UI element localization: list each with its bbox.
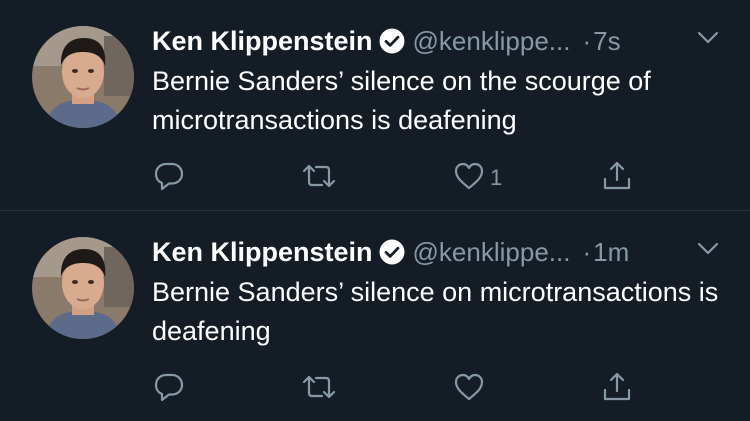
avatar[interactable]	[32, 26, 134, 128]
chevron-down-icon[interactable]	[696, 241, 720, 262]
verified-badge-icon	[379, 239, 405, 270]
author-name[interactable]: Ken Klippenstein	[152, 237, 373, 267]
retweet-button[interactable]	[300, 158, 338, 198]
author-handle[interactable]: @kenklippe...	[413, 26, 571, 56]
like-icon	[452, 370, 486, 409]
timestamp[interactable]: 1m	[593, 237, 629, 267]
tweet-text: Bernie Sanders’ silence on microtransact…	[152, 277, 719, 346]
reply-button[interactable]	[152, 158, 186, 198]
share-icon	[600, 370, 634, 409]
like-icon	[452, 159, 486, 198]
verified-badge-icon	[379, 28, 405, 59]
tweet-text: Bernie Sanders’ silence on the scourge o…	[152, 66, 651, 135]
reply-icon	[152, 370, 186, 409]
retweet-icon	[300, 159, 338, 198]
chevron-down-icon[interactable]	[696, 30, 720, 51]
like-button[interactable]	[452, 369, 490, 409]
like-button[interactable]: 1	[452, 158, 502, 198]
reply-icon	[152, 159, 186, 198]
author-handle[interactable]: @kenklippe...	[413, 237, 571, 267]
tweet[interactable]: Ken Klippenstein @kenklippe... ·7s Bernie …	[0, 0, 750, 210]
tweet-header: Ken Klippenstein @kenklippe... ·7s	[152, 26, 720, 60]
avatar[interactable]	[32, 237, 134, 339]
retweet-button[interactable]	[300, 369, 338, 409]
timestamp[interactable]: 7s	[593, 26, 620, 56]
separator-dot: ·	[582, 26, 592, 56]
author-name[interactable]: Ken Klippenstein	[152, 26, 373, 56]
share-button[interactable]	[600, 158, 634, 198]
tweet-actions	[152, 369, 642, 409]
reply-button[interactable]	[152, 369, 186, 409]
tweet-actions: 1	[152, 158, 642, 198]
separator-dot: ·	[582, 237, 592, 267]
tweet[interactable]: Ken Klippenstein @kenklippe... ·1m Bernie …	[0, 211, 750, 421]
tweet-header: Ken Klippenstein @kenklippe... ·1m	[152, 237, 720, 271]
retweet-icon	[300, 370, 338, 409]
share-button[interactable]	[600, 369, 634, 409]
share-icon	[600, 159, 634, 198]
like-count: 1	[490, 165, 503, 190]
